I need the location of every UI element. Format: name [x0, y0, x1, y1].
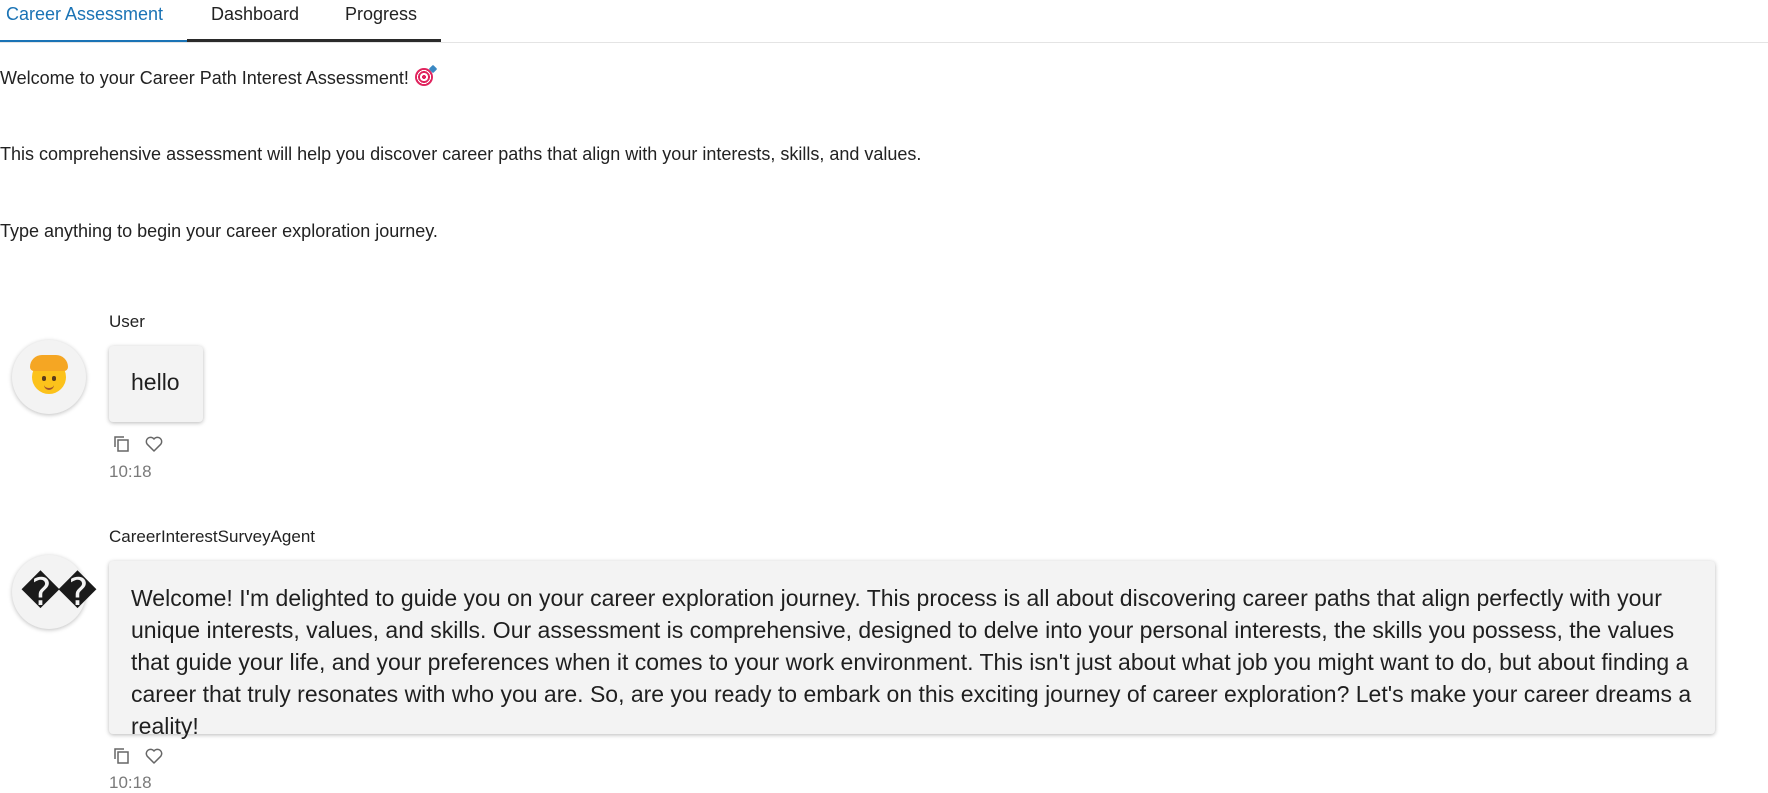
welcome-heading: Welcome to your Career Path Interest Ass… [0, 68, 433, 89]
message-timestamp: 10:18 [109, 773, 152, 792]
message-actions [112, 746, 164, 766]
message-actions [112, 434, 164, 454]
agent-avatar: �� [12, 555, 97, 629]
agent-message-bubble: Welcome! I'm delighted to guide you on y… [109, 561, 1715, 739]
copy-icon[interactable] [112, 746, 132, 766]
tab-progress[interactable]: Progress [297, 0, 441, 42]
tab-bar: Career Assessment Dashboard Progress [0, 0, 1768, 43]
tab-progress-label: Progress [345, 4, 418, 24]
message-text: Welcome! I'm delighted to guide you on y… [131, 585, 1692, 739]
tab-dashboard-label: Dashboard [211, 4, 300, 24]
intro-description: This comprehensive assessment will help … [0, 144, 922, 164]
message-text: hello [131, 369, 180, 395]
intro-prompt: Type anything to begin your career explo… [0, 221, 438, 241]
target-emoji-icon [414, 68, 433, 86]
person-emoji-icon [30, 355, 68, 394]
tab-career-assessment-label: Career Assessment [6, 4, 164, 24]
user-avatar [12, 340, 86, 414]
heart-icon[interactable] [144, 434, 164, 454]
user-message-bubble: hello [109, 346, 203, 422]
welcome-text: Welcome to your Career Path Interest Ass… [0, 68, 409, 88]
copy-icon[interactable] [112, 434, 132, 454]
message-sender: CareerInterestSurveyAgent [109, 527, 315, 546]
message-timestamp: 10:18 [109, 462, 152, 481]
agent-avatar-glyph: �� [21, 570, 97, 614]
tab-dashboard[interactable]: Dashboard [187, 0, 300, 42]
heart-icon[interactable] [144, 746, 164, 766]
tab-career-assessment[interactable]: Career Assessment [0, 0, 187, 42]
message-sender: User [109, 312, 145, 331]
